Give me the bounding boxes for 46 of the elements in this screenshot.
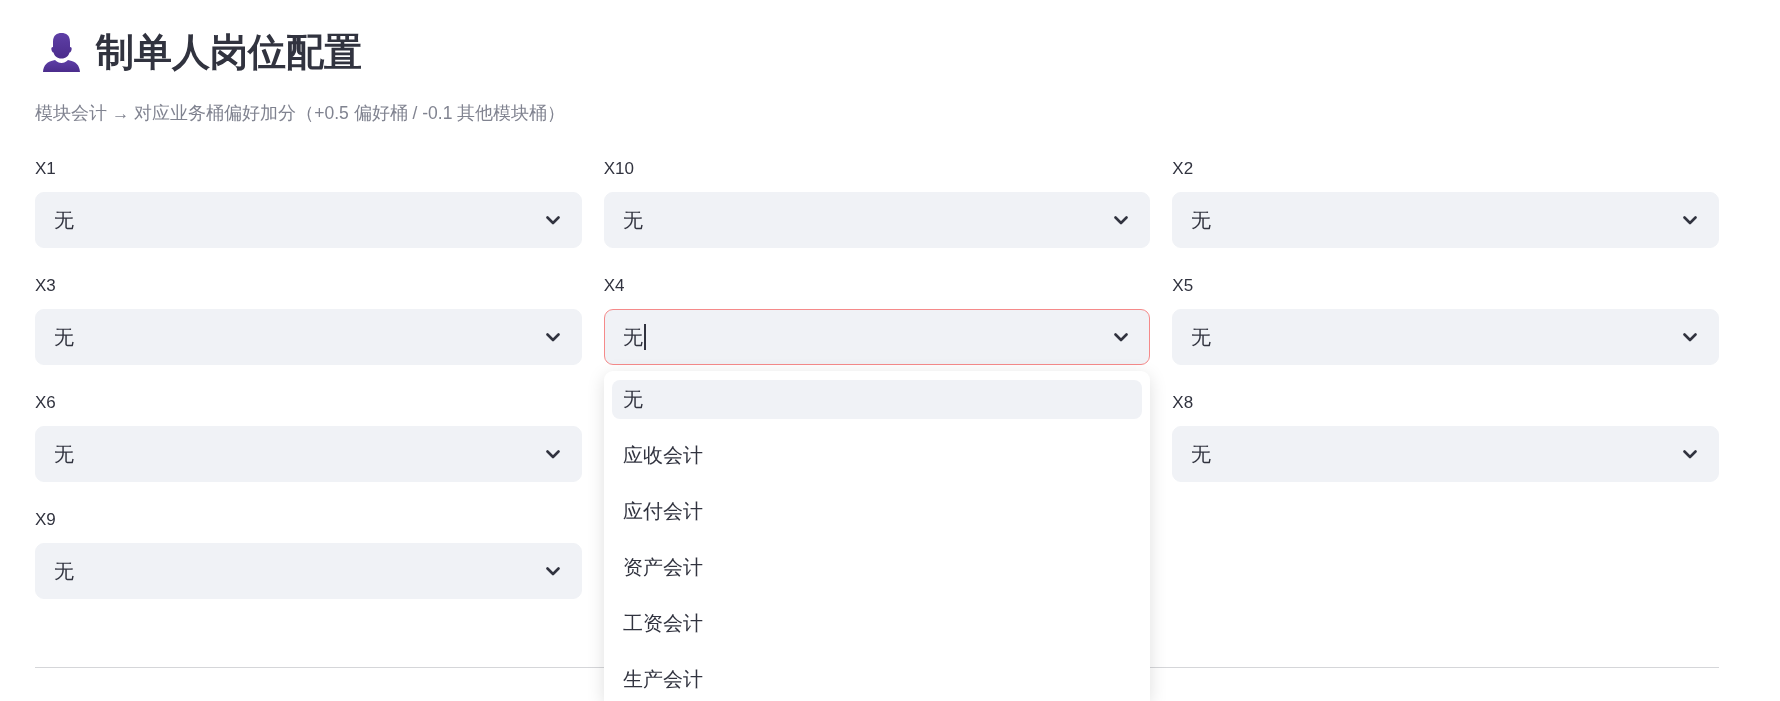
chevron-down-icon [1114,332,1129,342]
select-field[interactable]: 无 [35,543,582,599]
dropdown-option[interactable]: 生产会计 [611,660,1143,699]
chevron-down-icon [1683,215,1697,225]
select-value: 无 [54,559,74,584]
field-label: X3 [35,275,57,297]
field-label: X5 [1172,275,1195,297]
select-field[interactable]: 无 [1172,192,1719,248]
chevron-down-icon [1683,332,1697,342]
select-value: 无 [54,325,74,350]
person-silhouette-icon [43,32,80,72]
field-label: X2 [1172,158,1195,180]
dropdown-option[interactable]: 工资会计 [611,604,1143,643]
dropdown-option[interactable]: 资产会计 [611,548,1143,587]
chevron-down-icon [545,215,560,225]
dropdown-option[interactable]: 应付会计 [611,492,1143,531]
select-value: 无 [1191,325,1212,350]
select-field[interactable]: 无 [35,192,582,248]
select-value: 无 [54,208,74,233]
field-label: X9 [35,509,57,531]
page-title: 制单人岗位配置 [96,30,362,75]
select-field[interactable]: 无 [1172,426,1719,482]
select-field[interactable]: 无 [603,192,1151,248]
field-label: X4 [603,275,626,297]
select-value: 无 [622,208,643,233]
select-value: 无 [54,442,74,467]
field-label: X6 [35,392,57,414]
select-value: 无 [1191,208,1212,233]
chevron-down-icon [545,332,560,342]
select-field[interactable]: 无 [35,426,582,482]
field-label: X10 [603,158,635,180]
text-cursor-icon [643,324,646,350]
chevron-down-icon [1114,215,1129,225]
subtitle-text: 模块会计 → 对应业务桶偏好加分（+0.5 偏好桶 / -0.1 其他模块桶） [35,102,567,125]
select-field[interactable]: 无 [35,309,582,365]
chevron-down-icon [1683,449,1697,459]
select-value: 无 [1191,442,1212,467]
field-label: X8 [1172,392,1195,414]
chevron-down-icon [545,449,560,459]
dropdown-option[interactable]: 应收会计 [611,436,1143,475]
chevron-down-icon [545,566,560,576]
select-field[interactable]: 无 [1172,309,1719,365]
field-label: X1 [35,158,57,180]
select-field[interactable]: 无 [603,309,1151,365]
select-value: 无 [622,325,643,350]
dropdown-option[interactable]: 无 [611,380,1143,419]
